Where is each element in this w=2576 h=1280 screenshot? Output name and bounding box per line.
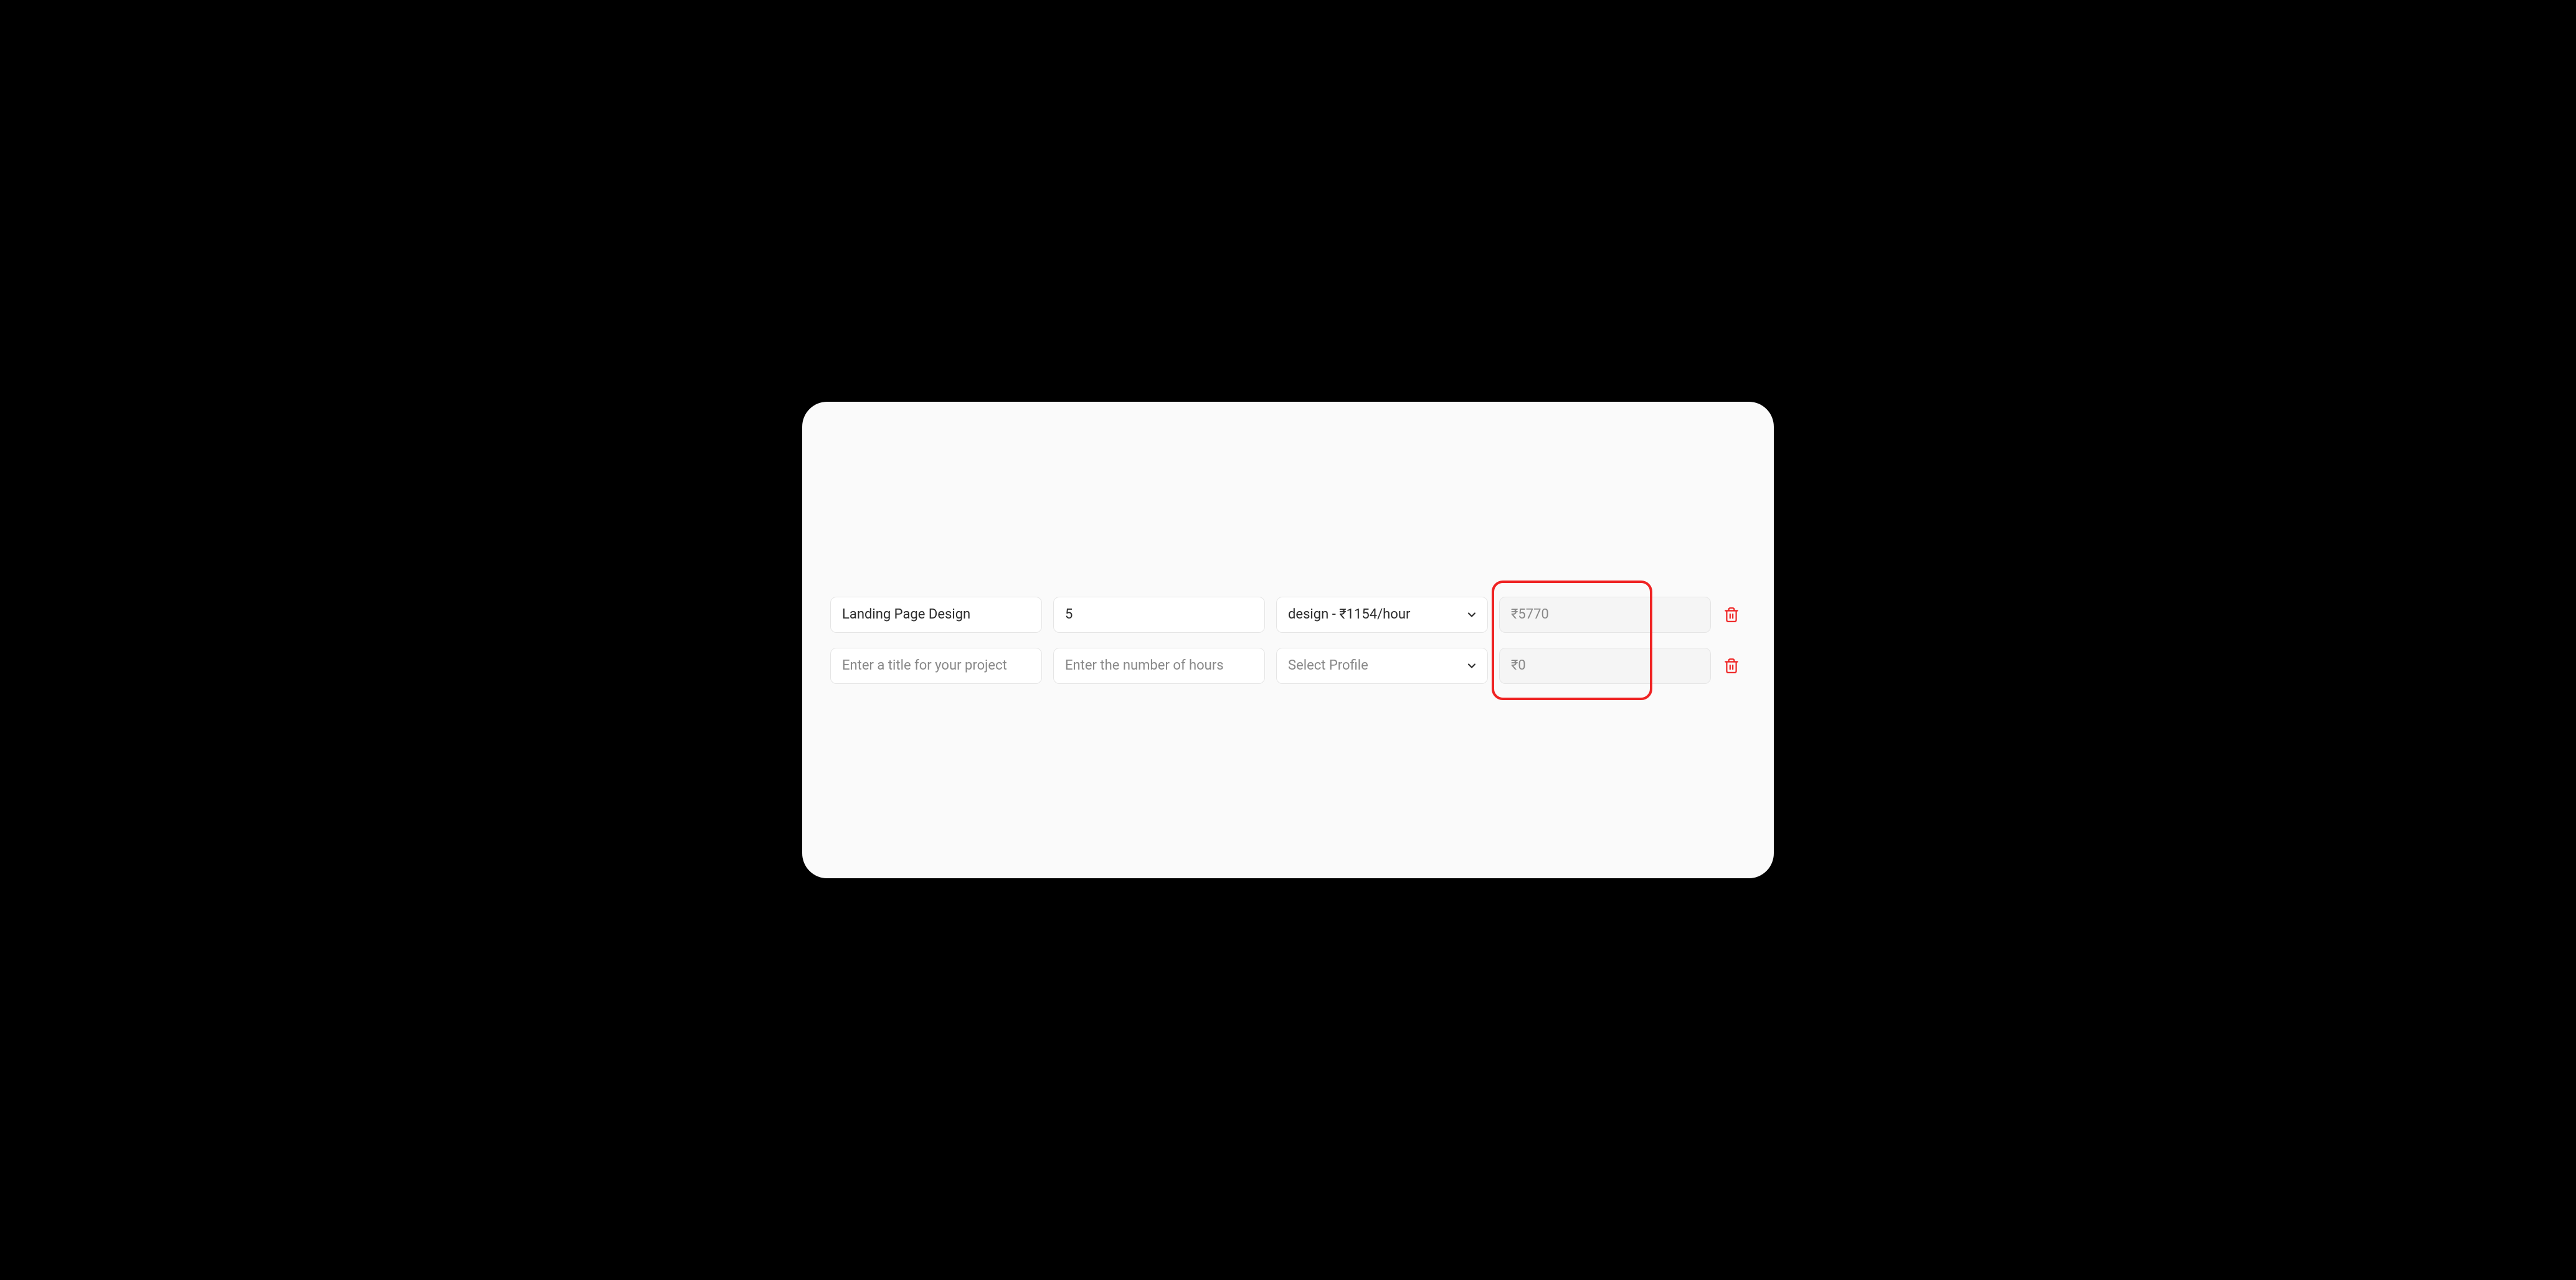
delete-row-button[interactable] (1722, 657, 1741, 675)
trash-icon (1723, 605, 1740, 624)
hours-input[interactable] (1053, 648, 1265, 684)
amount-output: ₹5770 (1499, 597, 1711, 633)
delete-row-button[interactable] (1722, 605, 1741, 624)
line-item-row: design - ₹1154/hour ₹5770 (830, 597, 1746, 633)
trash-icon (1723, 657, 1740, 675)
profile-select[interactable]: design - ₹1154/hour (1276, 597, 1488, 633)
profile-select[interactable]: Select Profile (1276, 648, 1488, 684)
title-input[interactable] (830, 597, 1042, 633)
profile-select-value: design - ₹1154/hour (1276, 597, 1488, 633)
profile-select-placeholder: Select Profile (1276, 648, 1488, 684)
line-item-row: Select Profile ₹0 (830, 648, 1746, 684)
amount-output: ₹0 (1499, 648, 1711, 684)
title-input[interactable] (830, 648, 1042, 684)
form-card: design - ₹1154/hour ₹5770 (802, 402, 1774, 878)
line-items: design - ₹1154/hour ₹5770 (830, 597, 1746, 684)
hours-input[interactable] (1053, 597, 1265, 633)
